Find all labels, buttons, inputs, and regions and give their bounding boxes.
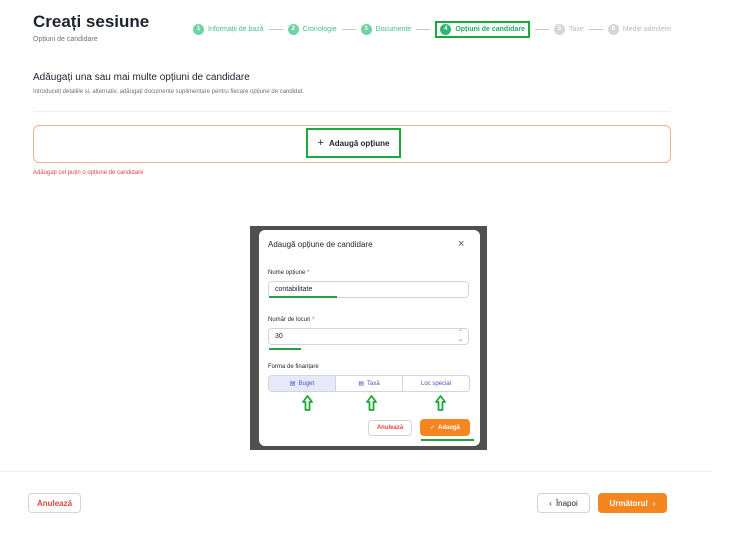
step-label: Opțiuni de candidare [455,25,525,33]
step-basic-info[interactable]: 1 Informații de bază [193,23,264,35]
step-label: Informații de bază [208,25,264,33]
required-mark: * [307,270,310,276]
step-label: Medie admitere [622,25,671,33]
step-number: 5 [553,23,565,35]
chevron-left-icon: ‹ [549,498,552,508]
option-name-label: Nume opțiune * [268,270,310,276]
step-number: 6 [607,23,619,35]
section-description: Introduceți detaliile și, alternativ, ad… [33,89,305,95]
step-connector [341,28,356,30]
chevron-right-icon: › [652,498,656,508]
stepper: 1 Informații de bază 2 Cronologie 3 Docu… [193,20,671,38]
required-mark: * [312,317,315,323]
annotation-underline [269,296,337,298]
number-stepper[interactable]: ⌃ ⌄ [458,330,463,344]
step-label: Cronologie [302,25,337,33]
footer-cancel-button[interactable]: Anulează [28,493,81,513]
next-button[interactable]: Următorul › [598,493,667,513]
close-icon[interactable]: × [458,239,464,250]
funding-option-label: Loc special [420,380,452,387]
annotation-underline [421,439,474,441]
funding-label: Forma de finanțare [268,364,319,370]
arrow-up-icon [366,395,377,411]
seats-value: 30 [275,333,283,340]
step-connector [588,28,603,30]
back-label: Înapoi [555,498,578,508]
step-connector [534,28,549,30]
check-icon: ✓ [429,425,435,431]
funding-option-fee[interactable]: ▤ Taxă [336,376,403,391]
back-button[interactable]: ‹ Înapoi [537,493,590,513]
funding-option-label: Buget [298,380,315,387]
funding-option-label: Taxă [366,380,380,387]
annotation-underline [269,348,301,350]
fee-icon: ▤ [358,381,364,387]
funding-segmented-control: ▤ Buget ▤ Taxă Loc special [268,375,470,392]
add-option-button[interactable]: + Adaugă opțiune [306,128,401,158]
modal-cancel-button[interactable]: Anulează [368,420,412,436]
section-title: Adăugați una sau mai multe opțiuni de ca… [33,72,250,83]
budget-icon: ▤ [289,381,296,387]
error-message: Adăugați cel puțin o opțiune de candidar… [33,170,144,176]
add-option-label: Adaugă opțiune [328,138,390,148]
page-title: Creați sesiune [33,12,150,31]
funding-option-budget[interactable]: ▤ Buget [269,376,336,391]
modal-add-label: Adaugă [438,424,461,431]
step-candidacy-options[interactable]: 4 Opțiuni de candidare [435,20,530,38]
footer-divider [0,471,712,472]
plus-icon: + [317,137,324,149]
step-number: 4 [440,23,452,35]
arrow-up-icon [435,395,446,411]
chevron-up-icon[interactable]: ⌃ [458,330,463,337]
page-subtitle: Opțiuni de candidare [33,36,98,43]
next-label: Următorul [609,498,648,508]
step-timeline[interactable]: 2 Cronologie [287,23,337,35]
step-number: 1 [193,23,204,35]
step-connector [416,28,431,30]
funding-option-special[interactable]: Loc special [403,376,469,391]
step-documents[interactable]: 3 Documente [360,23,412,35]
chevron-down-icon[interactable]: ⌄ [458,337,463,344]
modal-title: Adaugă opțiune de candidare [268,240,373,249]
step-number: 3 [360,23,372,35]
arrow-up-icon [302,395,313,411]
seats-input[interactable]: 30 ⌃ ⌄ [268,328,469,345]
step-admission-average[interactable]: 6 Medie admitere [607,23,671,35]
step-fees[interactable]: 5 Taxe [553,23,584,35]
add-option-modal: Adaugă opțiune de candidare × Nume opțiu… [259,230,480,446]
step-connector [268,28,283,30]
divider [33,111,671,112]
modal-add-button[interactable]: ✓ Adaugă [420,419,470,436]
step-number: 2 [287,23,299,35]
seats-label: Număr de locuri * [268,317,315,323]
step-label: Taxe [568,25,584,33]
step-label: Documente [375,25,412,33]
